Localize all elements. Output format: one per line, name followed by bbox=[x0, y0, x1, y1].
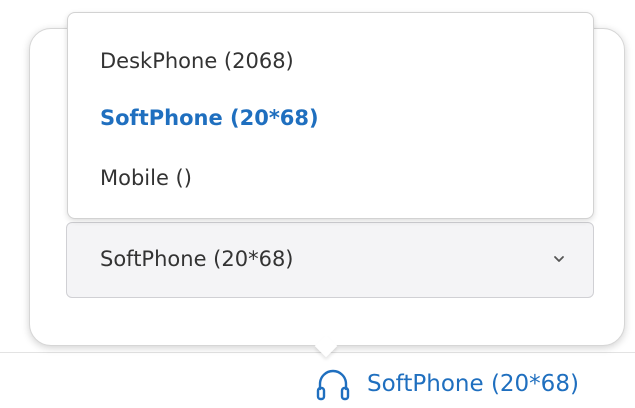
active-device-label: SoftPhone (20*68) bbox=[367, 371, 579, 397]
headset-icon bbox=[316, 369, 350, 401]
device-dropdown-list: DeskPhone (2068) SoftPhone (20*68) Mobil… bbox=[67, 12, 594, 219]
dropdown-option-deskphone[interactable]: DeskPhone (2068) bbox=[100, 49, 294, 73]
device-select[interactable]: SoftPhone (20*68) bbox=[66, 222, 594, 298]
chevron-down-icon bbox=[554, 256, 564, 262]
dropdown-option-softphone[interactable]: SoftPhone (20*68) bbox=[100, 106, 319, 130]
stage: DeskPhone (2068) SoftPhone (20*68) Mobil… bbox=[0, 0, 635, 408]
dropdown-option-mobile[interactable]: Mobile () bbox=[100, 166, 192, 190]
device-select-value: SoftPhone (20*68) bbox=[100, 247, 294, 271]
active-device-button[interactable]: SoftPhone (20*68) bbox=[313, 364, 579, 404]
divider bbox=[0, 352, 635, 353]
